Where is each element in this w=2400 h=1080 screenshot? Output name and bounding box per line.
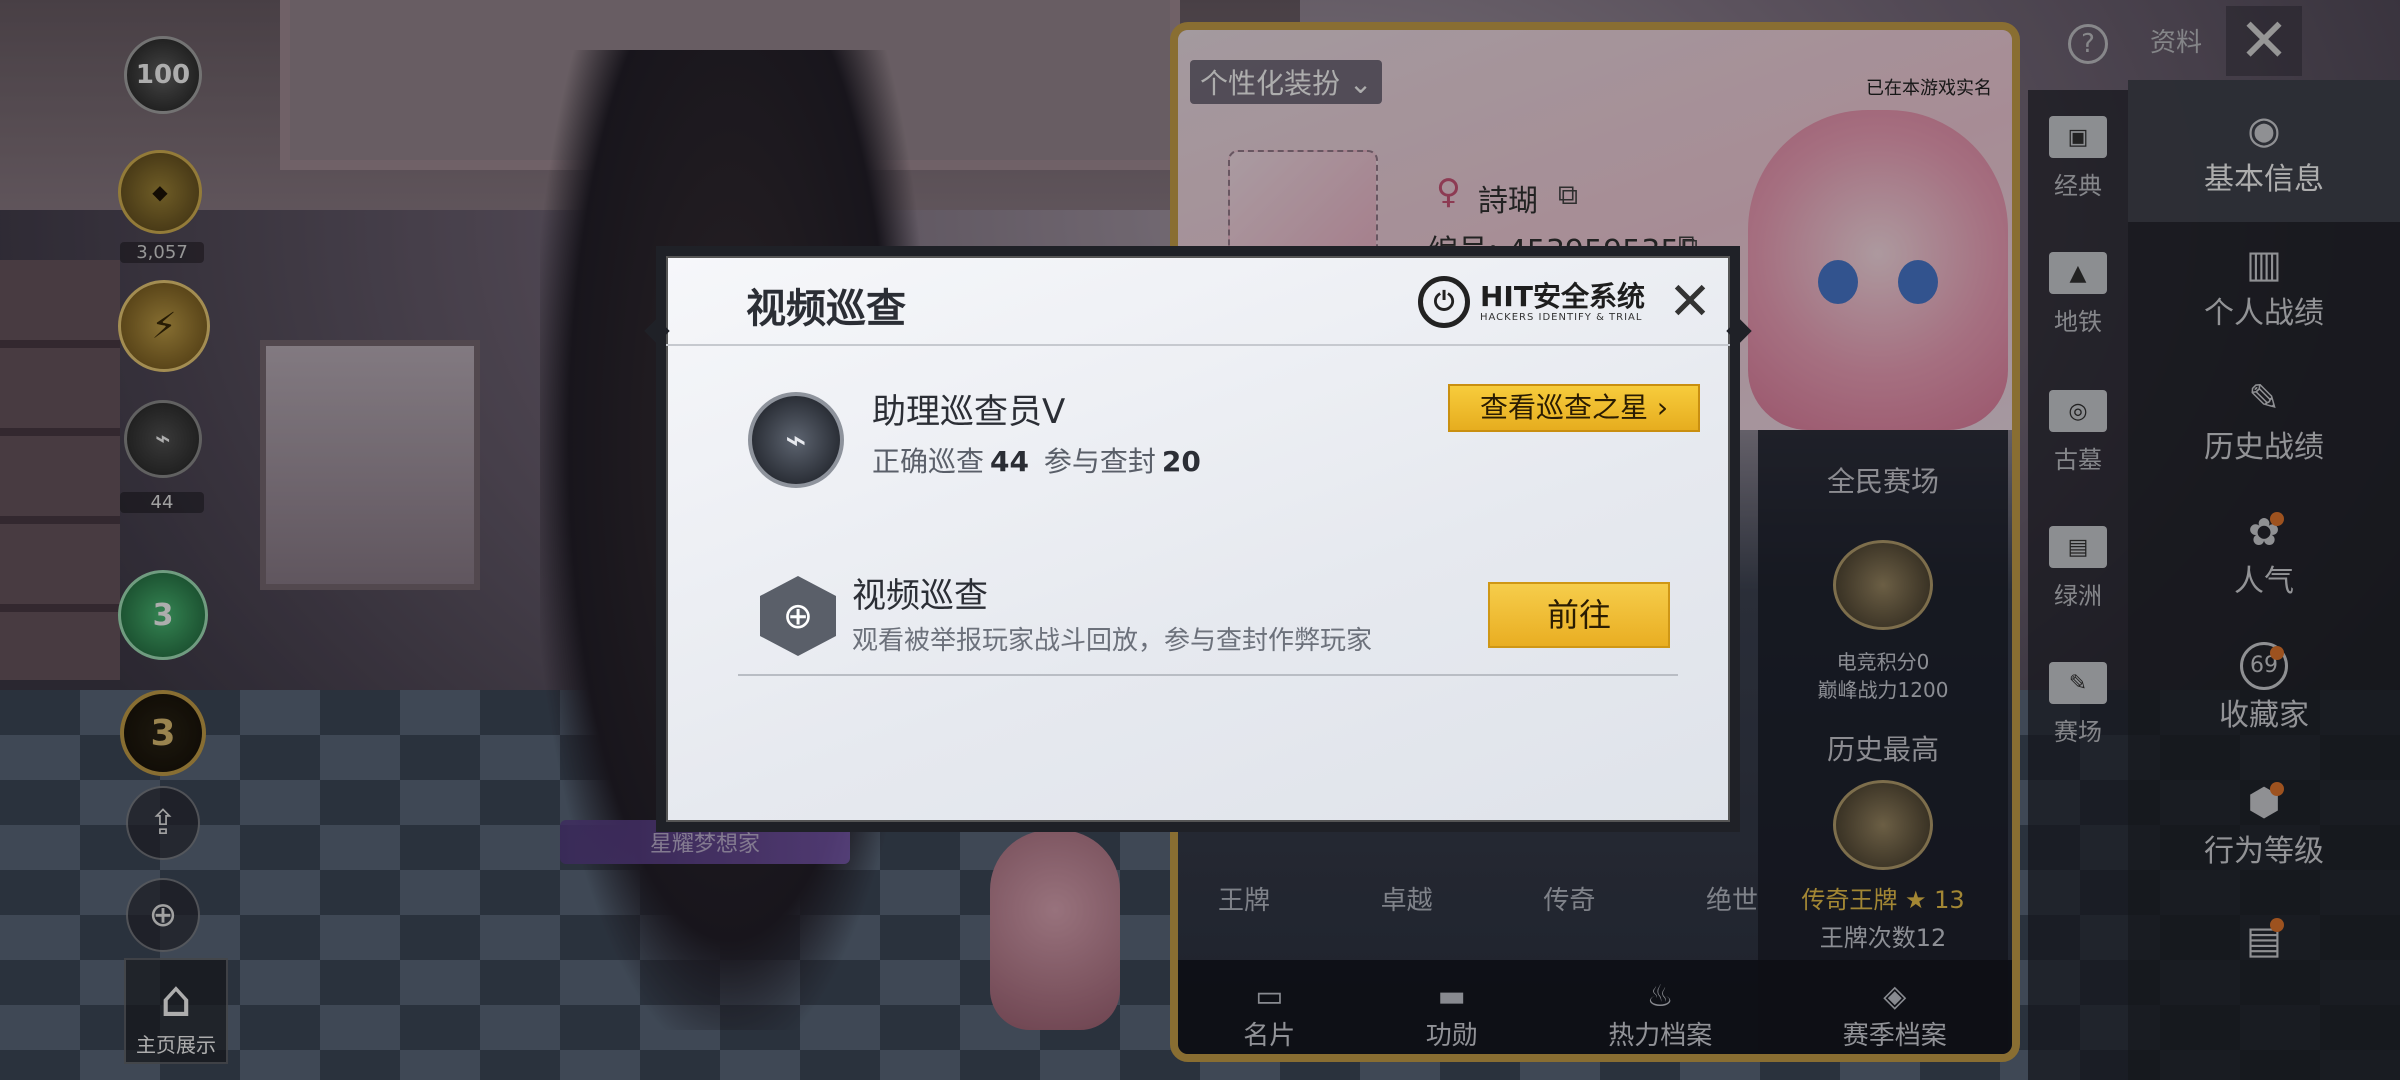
patroller-rank-emblem-icon: ⌁ (748, 392, 844, 488)
crosshair-icon: ⊕ (760, 576, 836, 656)
modal-header: 视频巡查 ⏻ HIT安全系统 HACKERS IDENTIFY & TRIAL … (666, 256, 1730, 346)
chevron-right-icon: › (1647, 391, 1669, 424)
participate-value: 20 (1161, 445, 1201, 478)
view-patrol-star-button[interactable]: 查看巡查之星 › (1448, 384, 1700, 432)
modal-close-icon[interactable]: ✕ (1660, 272, 1720, 332)
modal-title: 视频巡查 (746, 286, 906, 332)
brand-sub: HACKERS IDENTIFY & TRIAL (1480, 311, 1643, 323)
patrol-title: 视频巡查 (852, 576, 988, 616)
hit-logo-icon: ⏻ (1418, 276, 1470, 328)
video-patrol-modal: 视频巡查 ⏻ HIT安全系统 HACKERS IDENTIFY & TRIAL … (644, 246, 1752, 832)
divider (738, 674, 1678, 676)
correct-label: 正确巡查 (872, 445, 985, 478)
brand-name: HIT安全系统 (1480, 279, 1645, 313)
view-patrol-star-label: 查看巡查之星 (1479, 391, 1648, 424)
patroller-rank-title: 助理巡查员V (872, 392, 1066, 432)
hit-security-logo: ⏻ HIT安全系统 HACKERS IDENTIFY & TRIAL (1418, 276, 1645, 328)
patroller-stats: 正确巡查 44 参与查封 20 (872, 440, 1207, 480)
patrol-description: 观看被举报玩家战斗回放，参与查封作弊玩家 (852, 626, 1373, 656)
go-button[interactable]: 前往 (1488, 582, 1670, 648)
correct-value: 44 (990, 445, 1029, 478)
participate-label: 参与查封 (1043, 445, 1156, 478)
